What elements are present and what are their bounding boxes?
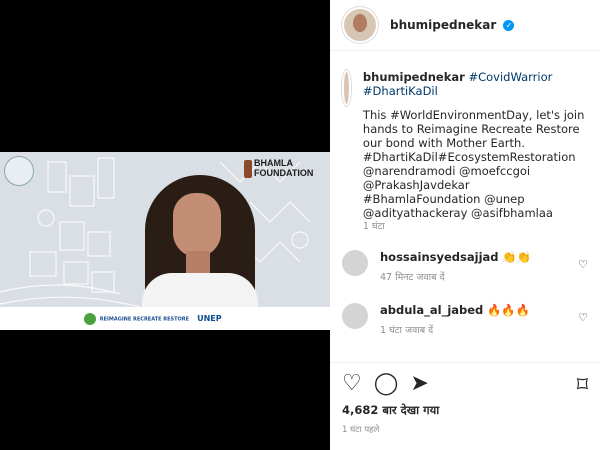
caption-body: bhumipednekar #CovidWarrior #DhartiKaDil… (363, 70, 588, 234)
comment-meta[interactable]: 1 घंटा जवाब दें (380, 323, 530, 336)
post-actions: ♡ ◯ ➤ ⌑ 4,682 बार देखा गया 1 घंटा पहले (330, 362, 600, 435)
like-icon[interactable]: ♡ (578, 311, 588, 324)
video-person (140, 167, 260, 330)
post-caption: bhumipednekar #CovidWarrior #DhartiKaDil… (330, 51, 600, 234)
neck (186, 251, 210, 273)
unep-logo: UNEP (197, 314, 222, 323)
reimagine-brand: REIMAGINE RECREATE RESTORE (84, 312, 189, 325)
comment-item: hossainsyedsajjad 👏👏 47 मिनट जवाब दें ♡ (342, 250, 588, 283)
caption-age: 1 घंटा (362, 221, 385, 232)
foundation-text: BHAMLA FOUNDATION (254, 158, 314, 178)
comment-avatar[interactable] (342, 250, 368, 276)
bookmark-icon[interactable]: ⌑ (577, 373, 588, 398)
heart-icon[interactable]: ♡ (342, 373, 362, 395)
post-time: 1 घंटा पहले (342, 425, 380, 435)
face (173, 193, 221, 257)
video-frame[interactable]: BHAMLA FOUNDATION REIMAGINE RECREATE RES… (0, 152, 330, 330)
caption-avatar[interactable] (342, 70, 351, 106)
video-footer: REIMAGINE RECREATE RESTORE UNEP (0, 307, 330, 330)
comment-avatar[interactable] (342, 303, 368, 329)
verified-icon: ✓ (503, 20, 515, 31)
comments-list: hossainsyedsajjad 👏👏 47 मिनट जवाब दें ♡ … (330, 234, 600, 336)
comment-text: abdula_al_jabed 🔥🔥🔥 1 घंटा जवाब दें (380, 303, 530, 336)
user-avatar[interactable] (342, 7, 378, 43)
post-username[interactable]: bhumipednekar ✓ (390, 18, 515, 32)
comment-text: hossainsyedsajjad 👏👏 47 मिनट जवाब दें (380, 250, 531, 283)
post-header: bhumipednekar ✓ (330, 0, 600, 51)
action-icons: ♡ ◯ ➤ (342, 373, 588, 395)
comment-icon[interactable]: ◯ (374, 373, 399, 395)
share-icon[interactable]: ➤ (410, 373, 428, 395)
brand-icon (84, 312, 96, 325)
views-count: 4,682 बार देखा गया (342, 403, 440, 417)
like-icon[interactable]: ♡ (578, 258, 588, 271)
media-pane: BHAMLA FOUNDATION REIMAGINE RECREATE RES… (0, 0, 330, 450)
comment-item: abdula_al_jabed 🔥🔥🔥 1 घंटा जवाब दें ♡ (342, 303, 588, 336)
caption-username[interactable]: bhumipednekar (363, 70, 465, 84)
government-emblem-icon (4, 156, 34, 186)
post-details-panel: bhumipednekar ✓ bhumipednekar #CovidWarr… (330, 0, 600, 450)
caption-text: This #WorldEnvironmentDay, let's join ha… (362, 108, 585, 220)
foundation-logo: BHAMLA FOUNDATION (244, 158, 324, 182)
comment-meta[interactable]: 47 मिनट जवाब दें (380, 270, 531, 283)
